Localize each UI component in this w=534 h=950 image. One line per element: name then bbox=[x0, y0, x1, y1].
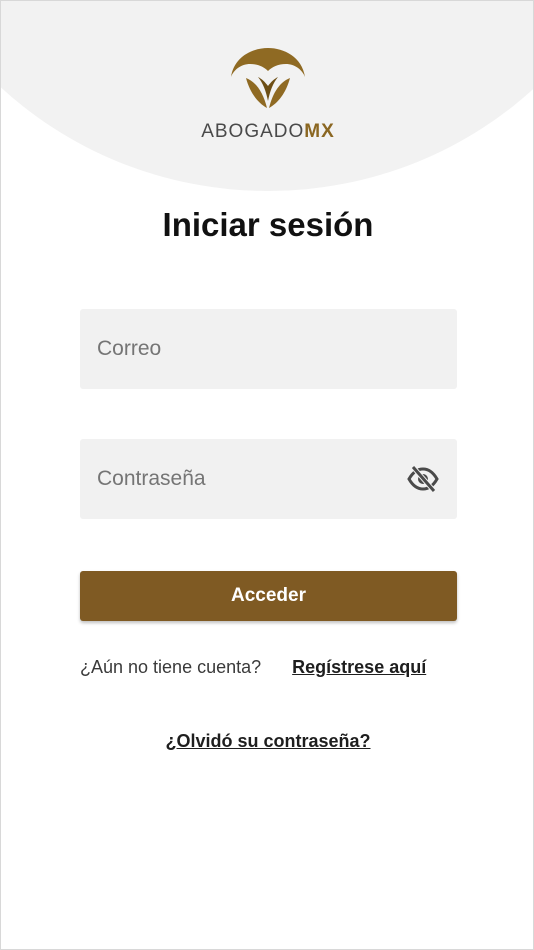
submit-button[interactable]: Acceder bbox=[80, 571, 457, 621]
eye-off-icon[interactable] bbox=[407, 463, 439, 495]
register-link[interactable]: Regístrese aquí bbox=[292, 657, 426, 678]
email-field[interactable] bbox=[80, 309, 457, 389]
password-field-container bbox=[80, 439, 457, 519]
password-field[interactable] bbox=[80, 439, 457, 519]
page-title: Iniciar sesión bbox=[162, 206, 374, 243]
brand-name-accent: MX bbox=[304, 121, 335, 142]
shield-leaf-icon bbox=[231, 48, 305, 108]
email-field-container bbox=[80, 309, 457, 389]
brand-name: ABOGADOMX bbox=[1, 121, 533, 143]
brand-name-main: ABOGADO bbox=[201, 121, 305, 142]
no-account-text: ¿Aún no tiene cuenta? bbox=[80, 657, 262, 677]
brand-logo: ABOGADOMX bbox=[1, 47, 533, 143]
register-row: ¿Aún no tiene cuenta? Regístrese aquí bbox=[80, 657, 480, 678]
login-screen: ABOGADOMX Iniciar sesión Acceder ¿Aún no… bbox=[0, 0, 534, 950]
forgot-password-row: ¿Olvidó su contraseña? bbox=[1, 731, 533, 752]
forgot-password-link[interactable]: ¿Olvidó su contraseña? bbox=[165, 731, 370, 751]
